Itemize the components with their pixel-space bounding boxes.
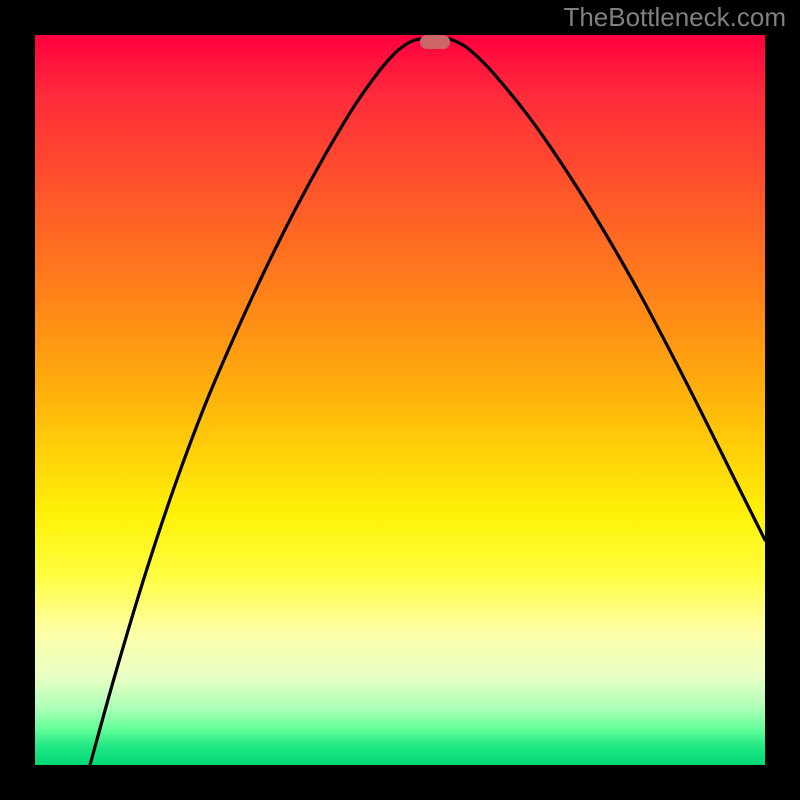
plot-area <box>35 35 765 765</box>
optimal-marker <box>420 35 450 49</box>
chart-frame: TheBottleneck.com <box>0 0 800 800</box>
bottleneck-curve <box>90 38 765 765</box>
curve-svg <box>35 35 765 765</box>
watermark-text: TheBottleneck.com <box>563 2 786 33</box>
